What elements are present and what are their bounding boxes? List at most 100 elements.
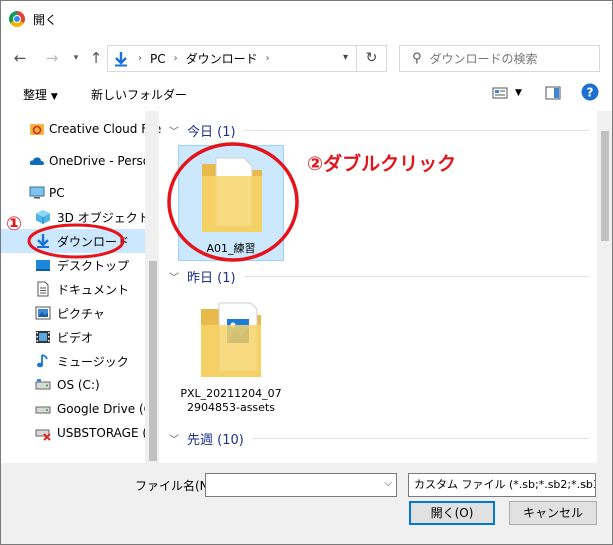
chevron-down-icon: ⌵ <box>582 479 590 490</box>
sidebar-item-label: USBSTORAGE (¥ <box>57 426 155 440</box>
sidebar-item-creative-cloud[interactable]: Creative Cloud File <box>1 117 161 141</box>
open-file-dialog: 開く ← → ▾ ↑ › PC › ダウンロード › ▾ ↻ ⚲ ダウンロードの… <box>0 0 613 545</box>
title-bar: 開く <box>1 1 612 37</box>
sidebar-item-onedrive[interactable]: OneDrive - Person <box>1 149 158 173</box>
group-header-yesterday[interactable]: ﹀ 昨日 (1) <box>169 267 589 286</box>
sidebar-item-label: デスクトップ <box>57 258 130 273</box>
group-label: 今日 (1) <box>187 125 236 140</box>
navigation-pane: Creative Cloud File OneDrive - Person PC… <box>1 111 161 463</box>
chevron-down-icon: ﹀ <box>169 435 179 446</box>
music-icon <box>37 354 48 368</box>
3d-objects-icon <box>36 210 50 224</box>
search-placeholder: ダウンロードの検索 <box>429 52 538 66</box>
group-divider <box>243 276 589 277</box>
breadcrumb-separator-icon[interactable]: › <box>266 53 270 64</box>
sidebar-item-label: ドキュメント <box>57 282 130 297</box>
forward-arrow-icon[interactable]: → <box>41 47 63 69</box>
sidebar-item-label: OneDrive - Person <box>49 154 158 168</box>
sidebar-item-usb-storage[interactable]: USBSTORAGE (¥ <box>1 421 155 445</box>
cancel-button[interactable]: キャンセル <box>509 501 597 525</box>
help-icon[interactable]: ? <box>581 83 599 101</box>
sidebar-item-3d-objects[interactable]: 3D オブジェクト <box>1 205 150 229</box>
breadcrumb-separator-icon[interactable]: › <box>138 53 142 64</box>
recent-dropdown-icon[interactable]: ▾ <box>65 47 87 69</box>
chevron-down-icon[interactable]: ⌵ <box>384 478 392 489</box>
new-folder-button[interactable]: 新しいフォルダー <box>91 86 187 103</box>
annotation-step2: ②ダブルクリック <box>307 153 457 175</box>
file-name: A01_練習 <box>206 242 256 255</box>
chevron-down-icon: ﹀ <box>169 127 179 138</box>
command-bar: 整理 ▼ 新しいフォルダー ▼ ? <box>1 79 612 109</box>
back-arrow-icon[interactable]: ← <box>9 47 31 69</box>
sidebar-item-label: PC <box>49 186 65 200</box>
drive-icon <box>35 406 51 414</box>
open-button[interactable]: 開く(O) <box>409 501 495 525</box>
breadcrumb-downloads[interactable]: ダウンロード <box>186 50 258 67</box>
breadcrumb-pc[interactable]: PC <box>150 52 166 66</box>
pc-icon <box>29 186 45 199</box>
file-item-pxl-assets[interactable]: PXL_20211204_07 2904853-assets <box>178 291 284 414</box>
chrome-icon <box>9 11 25 27</box>
group-label: 昨日 (1) <box>187 271 236 286</box>
sidebar-item-label: 3D オブジェクト <box>57 210 150 225</box>
download-arrow-icon <box>37 234 49 248</box>
document-icon <box>37 281 49 297</box>
refresh-icon[interactable]: ↻ <box>356 46 386 71</box>
file-item-a01[interactable]: A01_練習 <box>178 145 284 261</box>
svg-text:?: ? <box>587 86 594 100</box>
navigation-bar: ← → ▾ ↑ › PC › ダウンロード › ▾ ↻ ⚲ ダウンロードの検索 <box>1 39 612 77</box>
search-input[interactable]: ⚲ ダウンロードの検索 <box>399 45 600 72</box>
sidebar-item-google-drive[interactable]: Google Drive (G: <box>1 397 157 421</box>
sidebar-item-label: OS (C:) <box>57 378 100 392</box>
download-arrow-icon <box>115 51 127 66</box>
sidebar-item-desktop[interactable]: デスクトップ <box>1 253 145 277</box>
sidebar-item-downloads[interactable]: ダウンロード <box>1 229 145 253</box>
group-divider <box>251 438 589 439</box>
preview-pane-icon[interactable] <box>545 85 561 101</box>
sidebar-item-documents[interactable]: ドキュメント <box>1 277 145 301</box>
file-type-select[interactable]: カスタム ファイル (*.sb;*.sb2;*.sb3) ⌵ <box>408 473 596 497</box>
address-bar[interactable]: › PC › ダウンロード › ▾ ↻ <box>107 45 387 72</box>
organize-label: 整理 <box>23 88 48 102</box>
sidebar-item-label: ピクチャ <box>57 306 105 321</box>
usb-drive-icon <box>35 429 51 441</box>
dialog-footer: ファイル名(N): ⌵ カスタム ファイル (*.sb;*.sb2;*.sb3)… <box>1 463 612 544</box>
chevron-down-icon: ﹀ <box>169 273 179 284</box>
file-name-line2: 2904853-assets <box>187 401 275 414</box>
onedrive-icon <box>29 157 44 165</box>
sidebar-item-music[interactable]: ミュージック <box>1 349 145 373</box>
sidebar-item-label: ダウンロード <box>57 234 130 249</box>
sidebar-item-label: ビデオ <box>57 330 94 345</box>
view-options-icon[interactable] <box>492 85 508 101</box>
group-divider <box>243 130 589 131</box>
folder-with-image-icon <box>201 302 261 377</box>
file-type-value: カスタム ファイル (*.sb;*.sb2;*.sb3) <box>414 478 596 491</box>
search-icon: ⚲ <box>412 51 422 66</box>
sidebar-item-videos[interactable]: ビデオ <box>1 325 145 349</box>
sidebar-item-label: ミュージック <box>57 354 129 369</box>
sidebar-item-label: Google Drive (G: <box>57 402 157 416</box>
file-list-scrollbar-thumb[interactable] <box>601 131 609 241</box>
filename-input[interactable]: ⌵ <box>205 473 397 497</box>
group-header-last-week[interactable]: ﹀ 先週 (10) <box>169 429 589 448</box>
organize-button[interactable]: 整理 ▼ <box>23 86 58 103</box>
breadcrumb-separator-icon[interactable]: › <box>174 53 178 64</box>
sidebar-item-pc[interactable]: PC <box>1 181 145 205</box>
chevron-down-icon[interactable]: ▾ <box>343 52 348 63</box>
up-arrow-icon[interactable]: ↑ <box>85 47 107 69</box>
chevron-down-icon: ▼ <box>50 92 58 102</box>
sidebar-item-os-c[interactable]: OS (C:) <box>1 373 145 397</box>
sidebar-item-pictures[interactable]: ピクチャ <box>1 301 145 325</box>
group-header-today[interactable]: ﹀ 今日 (1) <box>169 121 589 140</box>
folder-icon <box>202 157 262 232</box>
group-label: 先週 (10) <box>187 433 244 448</box>
window-title: 開く <box>33 12 58 27</box>
video-icon <box>36 331 50 343</box>
file-name-line1: PXL_20211204_07 <box>180 387 282 400</box>
pictures-icon <box>35 306 51 320</box>
desktop-icon <box>36 260 50 271</box>
annotation-step1: ① <box>6 213 23 235</box>
creative-cloud-icon <box>30 124 44 135</box>
sidebar-scrollbar-thumb[interactable] <box>149 261 157 461</box>
chevron-down-icon[interactable]: ▼ <box>515 88 522 98</box>
